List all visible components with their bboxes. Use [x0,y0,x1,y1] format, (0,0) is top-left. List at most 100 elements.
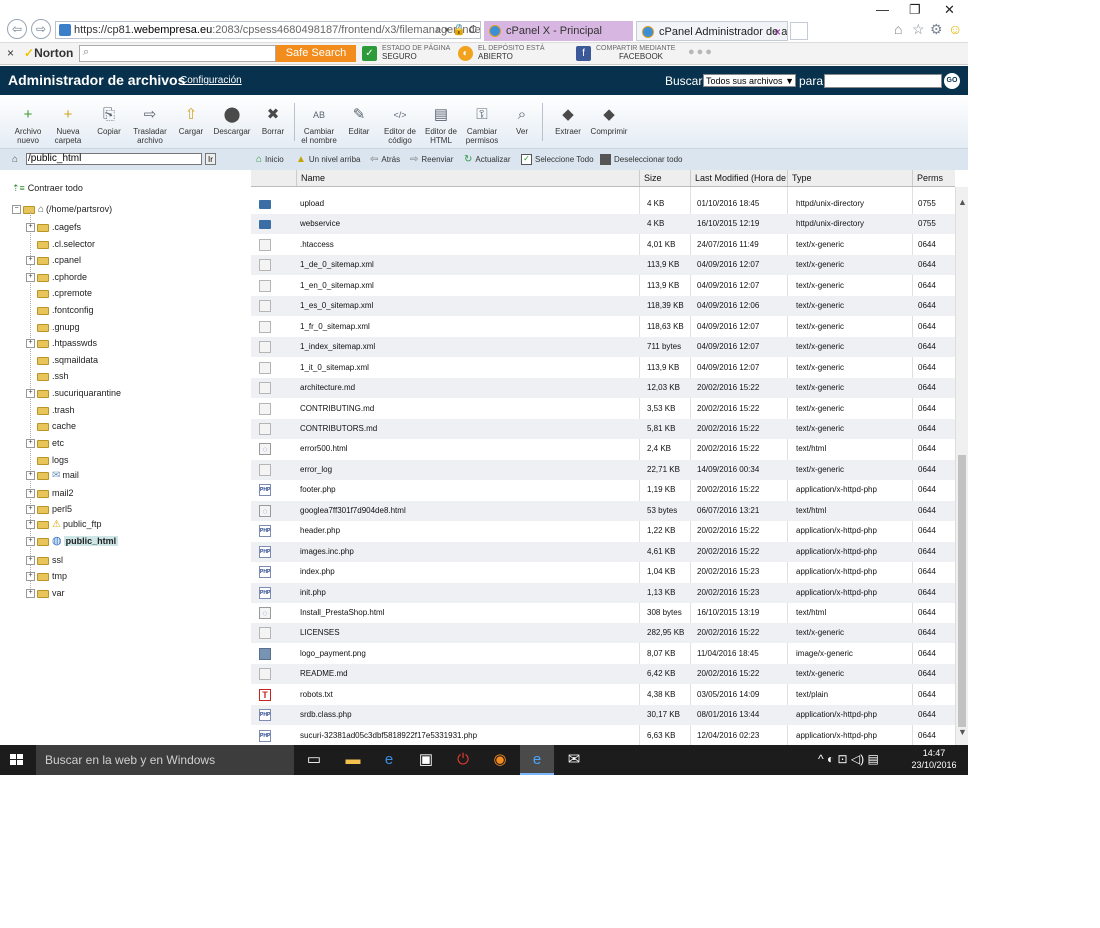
table-row[interactable]: PHP srdb.class.php 30,17 KB 08/01/2016 13:4… [251,705,955,726]
windows-start-icon[interactable] [10,754,24,766]
tree-node-fontconfig[interactable]: .fontconfig [26,303,94,317]
expand-icon[interactable]: + [26,223,35,233]
mail-icon[interactable]: ✉ [557,745,591,775]
norton-icon[interactable]: ⏻ [446,745,480,775]
tree-node-tmp[interactable]: + tmp [26,569,67,583]
header-size[interactable]: Size [639,170,690,186]
task-view-icon[interactable]: ▭ [297,745,331,775]
internet-explorer-icon[interactable]: e [520,745,554,775]
taskbar-search-input[interactable]: Buscar en la web y en Windows [36,745,294,775]
deselect-all-button[interactable]: Deseleccionar todo [600,149,682,170]
table-row[interactable]: 1_de_0_sitemap.xml 113,9 KB 04/09/2016 12:… [251,255,955,276]
download-button[interactable]: ⬤ Descargar [209,105,255,136]
table-row[interactable]: ◌ Install_PrestaShop.html 308 bytes 16/10/2… [251,603,955,623]
minimize-icon[interactable]: — [876,2,889,17]
tree-node-public-ftp[interactable]: + ⚠ public_ftp [26,517,102,531]
expand-icon[interactable]: + [26,389,35,399]
move-file-button[interactable]: ⇨ Trasladar archivo [127,105,173,145]
header-name[interactable]: Name [296,170,639,186]
delete-button[interactable]: ✖ Borrar [250,105,296,136]
expand-icon[interactable]: + [26,572,35,582]
table-row[interactable]: PHP footer.php 1,19 KB 20/02/2016 15:22 appl… [251,480,955,500]
table-row[interactable]: 1_index_sitemap.xml 711 bytes 04/09/2016 1… [251,337,955,358]
expand-icon[interactable]: + [26,489,35,499]
norton-search-input[interactable]: ⌕ [79,45,276,62]
file-list-scrollbar[interactable]: ▲ ▼ [955,187,968,745]
table-row[interactable]: webservice 4 KB 16/10/2015 12:19 httpd/unix… [251,214,955,235]
store-icon[interactable]: ▣ [409,745,443,775]
expand-icon[interactable]: + [26,589,35,599]
search-scope-select[interactable]: Todos sus archivos ▼ [703,74,796,87]
deposit-badge[interactable]: ◐ EL DEPÓSITO ESTÁ ABIERTO [458,45,568,63]
file-explorer-icon[interactable]: ▬ [336,745,370,775]
header-type[interactable]: Type [787,170,912,186]
restore-icon[interactable]: ❐ [909,2,921,18]
edit-button[interactable]: ✎ Editar [336,105,382,136]
expand-icon[interactable]: + [26,439,35,449]
compress-button[interactable]: ◆ Comprimir [586,105,632,136]
home-icon[interactable]: ⌂ [894,21,902,37]
forward-button[interactable]: ⇨ Reenviar [410,149,453,170]
header-last-modified[interactable]: Last Modified (Hora de v [690,170,787,186]
expand-icon[interactable]: + [26,339,35,349]
refresh-button[interactable]: ↻ Actualizar [464,149,511,170]
close-norton-icon[interactable]: × [7,46,14,60]
tree-node-etc[interactable]: + etc [26,436,64,450]
tab-file-manager[interactable]: cPanel Administrador de ar... × [636,21,788,41]
expand-icon[interactable]: + [26,256,35,266]
new-tab-button[interactable] [790,22,808,40]
tree-node-trash[interactable]: .trash [26,403,75,417]
tree-node-ssl[interactable]: + ssl [26,553,63,567]
table-row[interactable]: README.md 6,42 KB 20/02/2016 15:22 text/x-g… [251,664,955,685]
firefox-icon[interactable]: ◉ [483,745,517,775]
tree-node-cpanel[interactable]: + .cpanel [26,253,81,267]
up-one-level-button[interactable]: ▲ Un nivel arriba [296,149,360,170]
header-perms[interactable]: Perms [912,170,955,186]
header-icon-col[interactable] [251,170,296,186]
back-button[interactable]: ⇦ Atrás [370,149,400,170]
tree-node-gnupg[interactable]: .gnupg [26,320,80,334]
page-status-badge[interactable]: ✓ ESTADO DE PÁGINA SEGURO [362,45,452,63]
settings-link[interactable]: Configuración [180,75,242,86]
table-row[interactable]: PHP images.inc.php 4,61 KB 20/02/2016 15:22… [251,541,955,562]
expand-icon[interactable]: + [26,471,35,481]
feedback-smiley-icon[interactable]: ☺ [948,21,962,37]
expand-icon[interactable]: + [26,505,35,515]
table-row[interactable]: PHP sucuri-32381ad05c3dbf5818922f17e53319… [251,726,955,745]
tree-node-mail2[interactable]: + mail2 [26,486,74,500]
new-folder-button[interactable]: + Nueva carpeta [45,105,91,145]
scroll-up-icon[interactable]: ▲ [958,197,967,207]
tree-node-mail[interactable]: + ✉ mail [26,468,79,482]
tab-cpanel-principal[interactable]: cPanel X - Principal [484,21,633,41]
share-facebook-badge[interactable]: f COMPARTIR MEDIANTE FACEBOOK [576,45,686,63]
expand-icon[interactable]: + [26,520,35,530]
table-row[interactable]: ◌ googlea7ff301f7d904de8.html 53 bytes 06/0… [251,500,955,521]
search-input[interactable] [824,74,942,88]
taskbar-clock[interactable]: 14:47 23/10/2016 [905,747,963,771]
favorites-icon[interactable]: ☆ [912,21,925,38]
tree-node-sqmaildata[interactable]: .sqmaildata [26,353,98,367]
expand-icon[interactable]: + [26,556,35,566]
close-tab-icon[interactable]: × [774,22,781,40]
tree-node-public-html[interactable]: + ◍ public_html [26,534,119,548]
table-row[interactable]: ◌ error500.html 2,4 KB 20/02/2016 15:22 text… [251,439,955,459]
forward-icon[interactable]: ⇨ [31,19,51,39]
more-options-icon[interactable]: ●●● [688,46,714,58]
tree-node-cagefs[interactable]: + .cagefs [26,220,81,234]
upload-button[interactable]: ⇧ Cargar [168,105,214,136]
tree-node-cache[interactable]: cache [26,419,76,433]
code-editor-button[interactable]: </> Editor de código [377,105,423,145]
search-go-button[interactable]: GO [944,73,960,89]
table-row[interactable]: 1_es_0_sitemap.xml 118,39 KB 04/09/2016 12… [251,296,955,317]
select-all-button[interactable]: ✓ Seleccione Todo [521,149,594,170]
extract-button[interactable]: ◆ Extraer [545,105,591,136]
safe-search-button[interactable]: Safe Search [276,45,356,62]
table-row[interactable]: .htaccess 4,01 KB 24/07/2016 11:49 text/x-g… [251,235,955,255]
table-row[interactable]: 1_it_0_sitemap.xml 113,9 KB 04/09/2016 12:… [251,358,955,378]
scrollbar-thumb[interactable] [958,455,966,727]
view-button[interactable]: ⌕ Ver [499,105,545,136]
tree-root[interactable]: − ⌂ (/home/partsrov) [12,204,112,215]
tree-node-htpasswds[interactable]: + .htpasswds [26,336,97,350]
table-row[interactable]: PHP init.php 1,13 KB 20/02/2016 15:23 applic… [251,582,955,603]
collapse-all-button[interactable]: ⇡≡ Contraer todo [12,183,83,194]
